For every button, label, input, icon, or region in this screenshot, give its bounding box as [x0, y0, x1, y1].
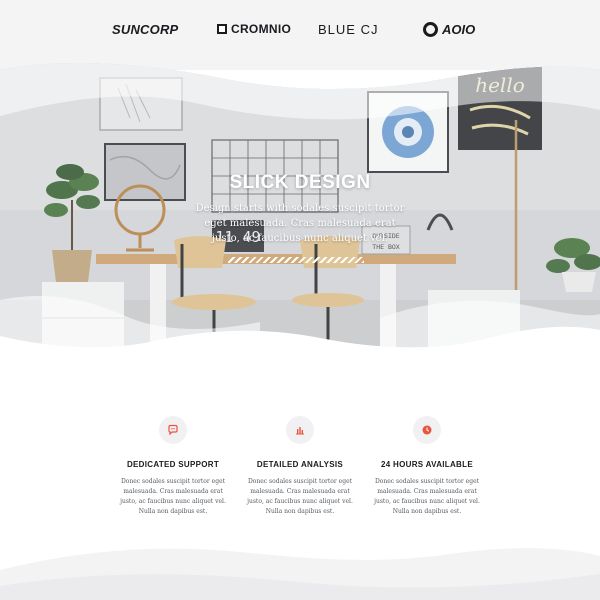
- hero-divider-stripe: [228, 257, 364, 263]
- feature-24-hours-available: 24 HOURS AVAILABLE Donec sodales suscipi…: [367, 416, 487, 517]
- footer-wave-decor: [0, 548, 600, 600]
- hero-section: hello: [0, 0, 600, 400]
- hero-illustration: hello: [0, 63, 600, 400]
- chat-bubble-icon[interactable]: [159, 416, 187, 444]
- bar-chart-icon[interactable]: [286, 416, 314, 444]
- feature-title: DETAILED ANALYSIS: [256, 460, 344, 469]
- feature-description: Donec sodales suscipit tortor eget males…: [247, 478, 353, 515]
- clock-icon[interactable]: [413, 416, 441, 444]
- feature-description: Donec sodales suscipit tortor eget males…: [374, 478, 480, 515]
- hero-title: SLICK DESIGN: [229, 172, 371, 193]
- feature-detailed-analysis: DETAILED ANALYSIS Donec sodales suscipit…: [240, 416, 360, 517]
- feature-dedicated-support: DEDICATED SUPPORT Donec sodales suscipit…: [113, 416, 233, 517]
- feature-description: Donec sodales suscipit tortor eget males…: [120, 478, 226, 515]
- hero-description: Design starts with sodales suscipit tort…: [195, 203, 405, 244]
- feature-title: 24 HOURS AVAILABLE: [381, 460, 473, 469]
- feature-title: DEDICATED SUPPORT: [126, 460, 220, 469]
